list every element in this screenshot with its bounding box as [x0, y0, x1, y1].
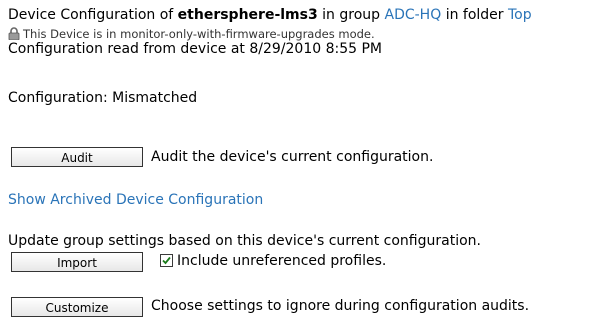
- checkmark-icon: [162, 256, 171, 265]
- group-link[interactable]: ADC-HQ: [385, 7, 442, 23]
- audit-button[interactable]: Audit: [11, 147, 143, 167]
- device-name: ethersphere-lms3: [177, 7, 318, 23]
- import-intro: Update group settings based on this devi…: [8, 233, 481, 249]
- include-unreferenced-label: Include unreferenced profiles.: [177, 253, 387, 269]
- title-in-folder: in folder: [445, 7, 504, 23]
- page-title: Device Configuration of ethersphere-lms3…: [8, 6, 532, 24]
- include-unreferenced-checkbox[interactable]: [160, 254, 173, 267]
- folder-link[interactable]: Top: [508, 7, 532, 23]
- customize-description: Choose settings to ignore during configu…: [151, 298, 530, 314]
- customize-button[interactable]: Customize: [11, 297, 143, 317]
- configuration-status: Configuration: Mismatched: [8, 90, 198, 106]
- mode-notice-text: This Device is in monitor-only-with-firm…: [23, 27, 375, 41]
- title-in-group: in group: [322, 7, 381, 23]
- show-archived-link[interactable]: Show Archived Device Configuration: [8, 192, 263, 208]
- read-timestamp: Configuration read from device at 8/29/2…: [8, 41, 383, 57]
- audit-description: Audit the device's current configuration…: [151, 149, 434, 165]
- import-button[interactable]: Import: [11, 252, 143, 272]
- include-unreferenced-option: Include unreferenced profiles.: [160, 251, 386, 271]
- title-prefix: Device Configuration of: [8, 7, 174, 23]
